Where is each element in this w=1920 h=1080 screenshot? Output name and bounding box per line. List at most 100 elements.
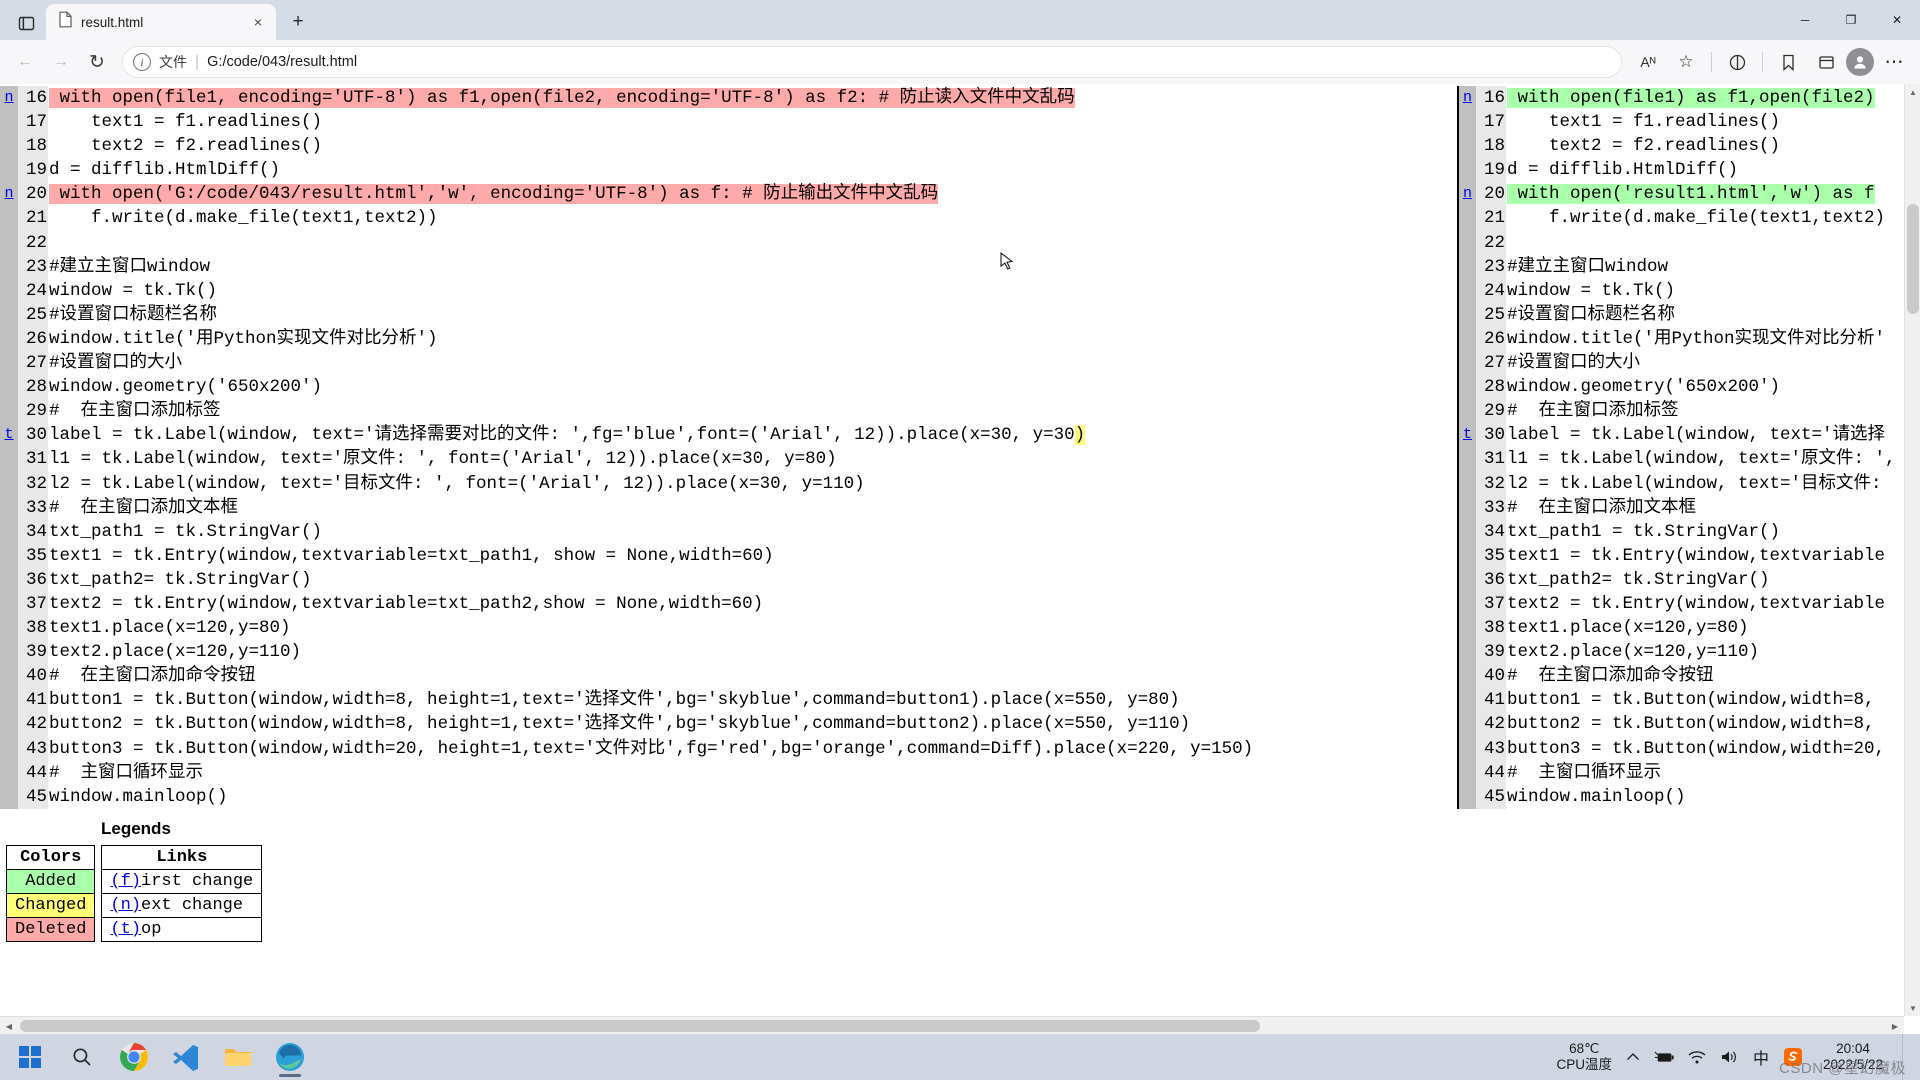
line-number-right: 43 bbox=[1476, 736, 1506, 761]
collections-icon[interactable] bbox=[1808, 45, 1844, 79]
favorite-icon[interactable]: ☆ bbox=[1668, 45, 1704, 79]
vscode-icon[interactable] bbox=[164, 1036, 208, 1078]
close-icon[interactable]: × bbox=[246, 10, 270, 34]
refresh-icon[interactable]: ↻ bbox=[80, 45, 114, 79]
read-aloud-icon[interactable]: Aᴺ bbox=[1630, 45, 1666, 79]
diff-code-l: #建立主窗口window bbox=[48, 254, 1438, 279]
legend-link[interactable]: (t)op bbox=[101, 916, 263, 942]
legend-link-key[interactable]: (n) bbox=[110, 896, 141, 915]
address-url[interactable]: G:/code/043/result.html bbox=[207, 54, 1611, 70]
diff-anchor-right[interactable]: n bbox=[1457, 86, 1476, 111]
address-bar[interactable]: i 文件 | G:/code/043/result.html bbox=[122, 46, 1622, 78]
diff-row: 37 text2 = tk.Entry(window,textvariable=t… bbox=[0, 591, 1904, 617]
line-number-left: 35 bbox=[18, 543, 48, 568]
diff-row: 22 22 bbox=[0, 230, 1904, 255]
diff-column-gap bbox=[1438, 326, 1458, 352]
line-number-left: 39 bbox=[18, 640, 48, 665]
diff-code-r: button3 = tk.Button(window,width=20, bbox=[1506, 736, 1904, 761]
diff-row: 36 txt_path2= tk.StringVar() 36 txt_path2= … bbox=[0, 567, 1904, 592]
favorites-icon[interactable] bbox=[1770, 45, 1806, 79]
vertical-scrollbar[interactable]: ▲ ▼ bbox=[1904, 84, 1920, 1016]
diff-code-l: with open('G:/code/043/result.html','w',… bbox=[48, 182, 1438, 207]
search-icon[interactable] bbox=[60, 1036, 104, 1078]
tab-actions-icon[interactable] bbox=[6, 6, 46, 40]
info-icon[interactable]: i bbox=[133, 53, 151, 71]
diff-column-gap bbox=[1438, 254, 1458, 279]
minimize-button[interactable]: ─ bbox=[1782, 0, 1828, 40]
diff-row: 45 window.mainloop() 45 window.mainloop() bbox=[0, 784, 1904, 809]
line-number-left: 26 bbox=[18, 326, 48, 352]
scroll-up-arrow[interactable]: ▲ bbox=[1905, 84, 1920, 100]
diff-anchor-left bbox=[0, 230, 18, 255]
wifi-icon[interactable] bbox=[1686, 1045, 1708, 1069]
volume-icon[interactable] bbox=[1718, 1045, 1740, 1069]
legend-color-row: Deleted bbox=[5, 916, 96, 942]
line-number-right: 18 bbox=[1476, 134, 1506, 159]
line-number-right: 35 bbox=[1476, 543, 1506, 568]
diff-code-l: text2.place(x=120,y=110) bbox=[48, 640, 1438, 665]
split-screen-icon[interactable] bbox=[1719, 45, 1755, 79]
legend-link[interactable]: (f)irst change bbox=[101, 868, 263, 894]
diff-code-r: label = tk.Label(window, text='请选择 bbox=[1506, 423, 1904, 448]
diff-column-gap bbox=[1438, 158, 1458, 183]
maximize-button[interactable]: ❐ bbox=[1828, 0, 1874, 40]
diff-code-r: button1 = tk.Button(window,width=8, bbox=[1506, 688, 1904, 713]
diff-anchor-right bbox=[1457, 495, 1476, 520]
horizontal-scrollbar[interactable]: ◀ ▶ bbox=[0, 1016, 1904, 1034]
diff-row: t 30 label = tk.Label(window, text='请选择需要对… bbox=[0, 423, 1904, 448]
diff-code-r: window.geometry('650x200') bbox=[1506, 375, 1904, 400]
chevron-up-icon[interactable] bbox=[1622, 1045, 1644, 1069]
diff-code-r: # 主窗口循环显示 bbox=[1506, 760, 1904, 785]
diff-anchor-left[interactable]: t bbox=[0, 423, 18, 448]
diff-code-r: l1 = tk.Label(window, text='原文件: ', bbox=[1506, 447, 1904, 472]
line-number-left: 24 bbox=[18, 278, 48, 303]
diff-code-l: window.geometry('650x200') bbox=[48, 375, 1438, 400]
legend-link-key[interactable]: (f) bbox=[110, 872, 141, 891]
diff-row: 34 txt_path1 = tk.StringVar() 34 txt_path1 … bbox=[0, 519, 1904, 544]
legend-color-row: Changed bbox=[5, 892, 96, 918]
diff-row: 40 # 在主窗口添加命令按钮 40 # 在主窗口添加命令按钮 bbox=[0, 664, 1904, 689]
line-number-left: 23 bbox=[18, 254, 48, 279]
diff-code-r: #建立主窗口window bbox=[1506, 254, 1904, 279]
cpu-temperature-widget[interactable]: 68℃ CPU温度 bbox=[1556, 1041, 1612, 1073]
line-number-left: 44 bbox=[18, 760, 48, 785]
chrome-icon[interactable] bbox=[112, 1036, 156, 1078]
battery-icon[interactable] bbox=[1654, 1045, 1676, 1069]
diff-anchor-left[interactable]: n bbox=[0, 182, 18, 207]
diff-anchor-left bbox=[0, 519, 18, 544]
legend-link-key[interactable]: (t) bbox=[110, 920, 141, 939]
diff-anchor-right[interactable]: n bbox=[1457, 182, 1476, 207]
diff-column-gap bbox=[1438, 688, 1458, 713]
back-icon[interactable]: ← bbox=[8, 45, 42, 79]
new-tab-button[interactable]: + bbox=[282, 6, 314, 38]
window-close-button[interactable]: ✕ bbox=[1874, 0, 1920, 40]
diff-code-l: #设置窗口标题栏名称 bbox=[48, 302, 1438, 327]
vertical-scroll-thumb[interactable] bbox=[1907, 204, 1919, 314]
scheme-label: 文件 bbox=[159, 54, 187, 70]
settings-icon[interactable]: ⋯ bbox=[1876, 45, 1912, 79]
line-number-right: 20 bbox=[1476, 182, 1506, 207]
forward-icon[interactable]: → bbox=[44, 45, 78, 79]
diff-code-l: #设置窗口的大小 bbox=[48, 351, 1438, 376]
diff-code-r: # 在主窗口添加文本框 bbox=[1506, 495, 1904, 520]
horizontal-scroll-thumb[interactable] bbox=[20, 1020, 1260, 1032]
line-number-right: 23 bbox=[1476, 254, 1506, 279]
diff-code-l: # 在主窗口添加文本框 bbox=[48, 495, 1438, 520]
browser-tab[interactable]: result.html × bbox=[46, 4, 276, 40]
diff-anchor-right[interactable]: t bbox=[1457, 423, 1476, 448]
diff-anchor-left bbox=[0, 495, 18, 520]
diff-row: 33 # 在主窗口添加文本框 33 # 在主窗口添加文本框 bbox=[0, 495, 1904, 520]
ime-icon[interactable]: 中 bbox=[1750, 1045, 1772, 1069]
profile-icon[interactable] bbox=[1846, 48, 1874, 76]
windows-start-icon[interactable] bbox=[8, 1036, 52, 1078]
diff-row: 31 l1 = tk.Label(window, text='原文件: ', fo… bbox=[0, 447, 1904, 472]
diff-changed-text: ) bbox=[1074, 425, 1086, 446]
scroll-left-arrow[interactable]: ◀ bbox=[0, 1017, 18, 1034]
scroll-right-arrow[interactable]: ▶ bbox=[1886, 1017, 1904, 1034]
legend-link[interactable]: (n)ext change bbox=[101, 892, 263, 918]
edge-icon[interactable] bbox=[268, 1036, 312, 1078]
scroll-down-arrow[interactable]: ▼ bbox=[1905, 1000, 1920, 1016]
file-explorer-icon[interactable] bbox=[216, 1036, 260, 1078]
diff-anchor-left[interactable]: n bbox=[0, 86, 18, 111]
diff-row: 43 button3 = tk.Button(window,width=20, h… bbox=[0, 736, 1904, 761]
